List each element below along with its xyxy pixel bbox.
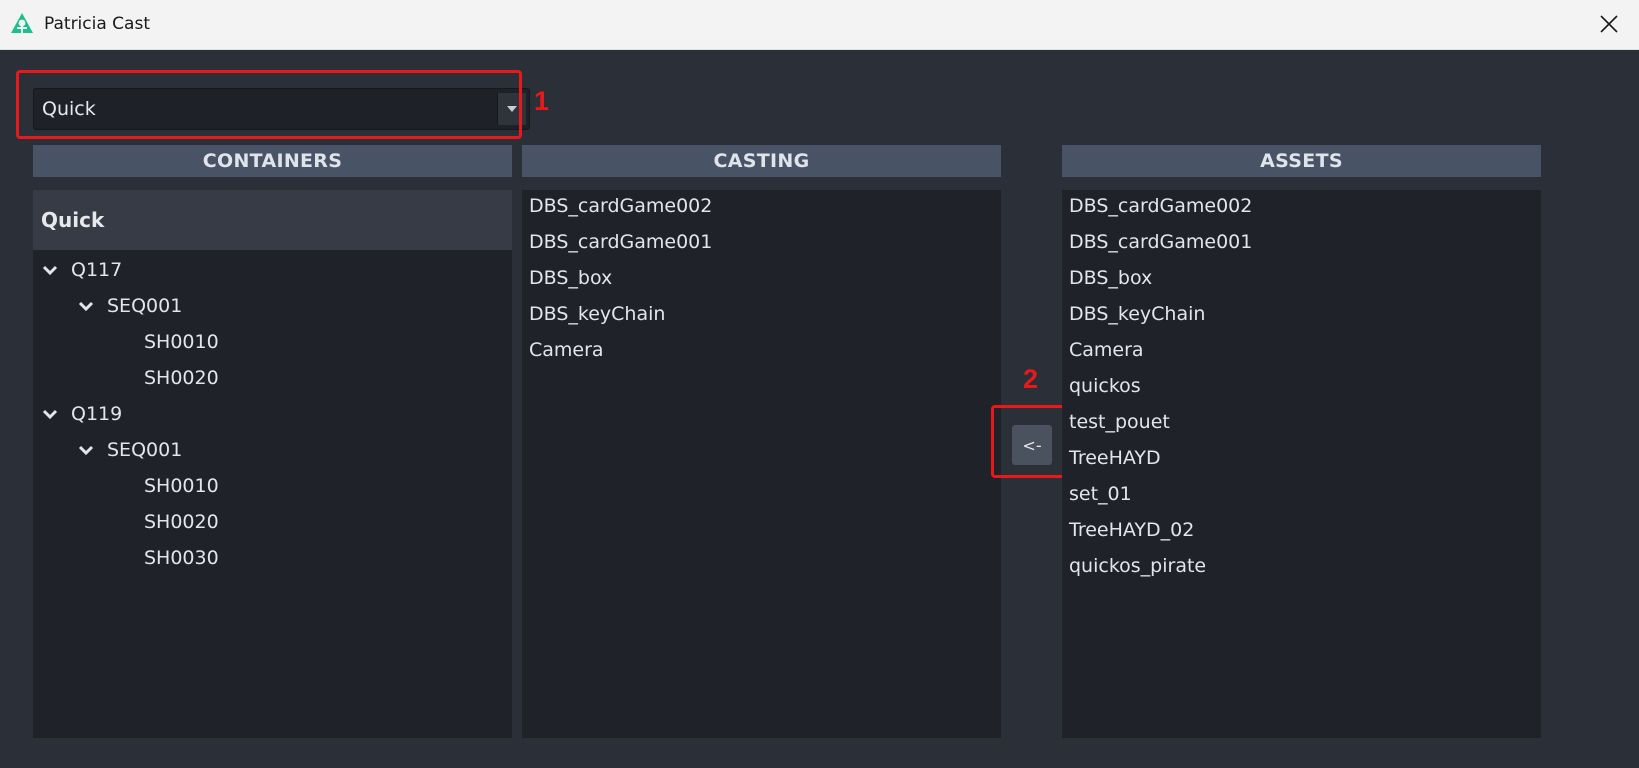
- patricia-tree-logo-icon: [11, 13, 33, 33]
- asset-item[interactable]: DBS_cardGame001: [1069, 231, 1252, 253]
- asset-item[interactable]: set_01: [1069, 483, 1132, 505]
- tree-item-q117[interactable]: Q117: [41, 255, 122, 285]
- assets-header: ASSETS: [1062, 145, 1541, 177]
- casting-item[interactable]: DBS_cardGame002: [529, 195, 712, 217]
- asset-item[interactable]: DBS_cardGame002: [1069, 195, 1252, 217]
- tree-root-label: Quick: [41, 208, 105, 232]
- asset-item[interactable]: Camera: [1069, 339, 1144, 361]
- tree-item-label: SH0030: [144, 547, 219, 569]
- tree-item-q119-seq001-sh0010[interactable]: SH0010: [144, 471, 219, 501]
- tree-item-q119[interactable]: Q119: [41, 399, 122, 429]
- chevron-down-icon[interactable]: [77, 299, 95, 313]
- tree-item-label: SH0020: [144, 511, 219, 533]
- containers-header: CONTAINERS: [33, 145, 512, 177]
- tree-item-q119-seq001-sh0030[interactable]: SH0030: [144, 543, 219, 573]
- tree-root-quick[interactable]: Quick: [33, 190, 512, 250]
- tree-item-label: SEQ001: [107, 439, 183, 461]
- title-bar: Patricia Cast: [0, 0, 1639, 50]
- main-content: Quick 1 CONTAINERS CASTING ASSETS Quick …: [0, 50, 1639, 768]
- asset-item[interactable]: quickos_pirate: [1069, 555, 1206, 577]
- tree-item-q119-seq001-sh0020[interactable]: SH0020: [144, 507, 219, 537]
- casting-item[interactable]: DBS_cardGame001: [529, 231, 712, 253]
- casting-list[interactable]: DBS_cardGame002 DBS_cardGame001 DBS_box …: [522, 190, 1001, 738]
- chevron-down-icon[interactable]: [77, 443, 95, 457]
- annotation-marker-2: 2: [1023, 364, 1039, 394]
- containers-tree[interactable]: Quick Q117 SEQ001 SH0010 SH0020 Q119 SEQ…: [33, 190, 512, 738]
- asset-item[interactable]: DBS_box: [1069, 267, 1152, 289]
- chevron-down-icon[interactable]: [41, 407, 59, 421]
- tree-item-q119-seq001[interactable]: SEQ001: [77, 435, 182, 465]
- asset-item[interactable]: test_pouet: [1069, 411, 1170, 433]
- tree-item-label: SH0010: [144, 475, 219, 497]
- casting-item[interactable]: DBS_keyChain: [529, 303, 665, 325]
- asset-item[interactable]: TreeHAYD_02: [1069, 519, 1194, 541]
- asset-item[interactable]: quickos: [1069, 375, 1141, 397]
- asset-item[interactable]: TreeHAYD: [1069, 447, 1161, 469]
- tree-item-label: Q117: [71, 259, 123, 281]
- tree-item-q117-seq001[interactable]: SEQ001: [77, 291, 182, 321]
- asset-item[interactable]: DBS_keyChain: [1069, 303, 1205, 325]
- assets-list[interactable]: DBS_cardGame002 DBS_cardGame001 DBS_box …: [1062, 190, 1541, 738]
- casting-item[interactable]: DBS_box: [529, 267, 612, 289]
- tree-item-label: SH0020: [144, 367, 219, 389]
- annotation-box-2: [991, 405, 1071, 478]
- tree-item-q117-seq001-sh0020[interactable]: SH0020: [144, 363, 219, 393]
- tree-item-label: SEQ001: [107, 295, 183, 317]
- annotation-marker-1: 1: [534, 86, 550, 116]
- chevron-down-icon[interactable]: [41, 263, 59, 277]
- close-button[interactable]: [1589, 6, 1629, 42]
- tree-item-q117-seq001-sh0010[interactable]: SH0010: [144, 327, 219, 357]
- window-title: Patricia Cast: [44, 14, 150, 34]
- close-icon: [1600, 15, 1618, 33]
- annotation-box-1: [16, 70, 522, 139]
- tree-item-label: Q119: [71, 403, 123, 425]
- casting-item[interactable]: Camera: [529, 339, 604, 361]
- tree-item-label: SH0010: [144, 331, 219, 353]
- casting-header: CASTING: [522, 145, 1001, 177]
